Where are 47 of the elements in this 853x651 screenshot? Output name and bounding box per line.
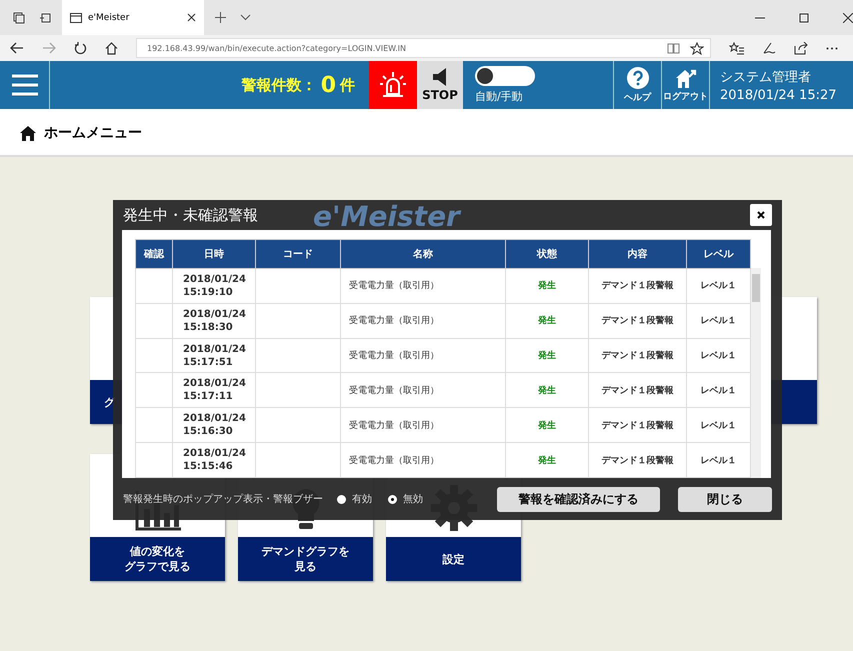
- table-cell: 2018/01/24 15:18:30: [172, 303, 256, 338]
- table-cell: 発生: [506, 408, 588, 443]
- column-header: 内容: [588, 240, 686, 268]
- logo: e'Meister: [313, 200, 460, 233]
- setting-label: 警報発生時のポップアップ表示・警報ブザー: [123, 492, 323, 506]
- toggle-label: 自動/手動: [475, 89, 524, 104]
- current-datetime: 2018/01/24 15:27: [720, 88, 838, 102]
- tile-label: 値の変化を: [130, 544, 185, 559]
- dialog-title: 発生中・未確認警報: [123, 206, 258, 224]
- table-cell: デマンド１段警報: [588, 442, 686, 478]
- table-cell: 発生: [506, 442, 588, 478]
- table-cell: 受電電力量（取引用）: [340, 268, 506, 304]
- table-cell: 受電電力量（取引用）: [340, 442, 506, 478]
- table-cell: デマンド１段警報: [588, 338, 686, 373]
- table-cell: 2018/01/24 15:16:30: [172, 408, 256, 443]
- alarm-count: 0: [320, 72, 336, 98]
- table-cell: 2018/01/24 15:15:46: [172, 442, 256, 478]
- table-cell: 2018/01/24 15:17:51: [172, 338, 256, 373]
- tile-label: グラフで見る: [124, 559, 190, 574]
- column-header: 日時: [172, 240, 256, 268]
- tile-label: 見る: [294, 559, 316, 574]
- column-header: レベル: [686, 240, 750, 268]
- column-header: コード: [256, 240, 340, 268]
- alarm-unit: 件: [340, 76, 355, 94]
- table-cell: 2018/01/24 15:17:11: [172, 372, 256, 408]
- table-cell: デマンド１段警報: [588, 303, 686, 338]
- tile-label: デマンドグラフを: [262, 544, 350, 559]
- tile-label: 設定: [442, 552, 464, 566]
- column-header: 確認: [136, 240, 172, 268]
- alarm-count-label: 警報件数：: [242, 76, 317, 94]
- user-name: システム管理者: [720, 68, 812, 86]
- column-header: 状態: [506, 240, 588, 268]
- tile-label: グ: [104, 394, 115, 410]
- column-header: 名称: [340, 240, 506, 268]
- table-cell: デマンド１段警報: [588, 408, 686, 443]
- table-cell: 受電電力量（取引用）: [340, 372, 506, 408]
- table-cell: 発生: [506, 372, 588, 408]
- page-title: ホームメニュー: [44, 124, 142, 142]
- table-cell: 受電電力量（取引用）: [340, 303, 506, 338]
- table-cell: 発生: [506, 268, 588, 304]
- table-cell: 発生: [506, 338, 588, 373]
- table-cell: 発生: [506, 303, 588, 338]
- table-cell: 受電電力量（取引用）: [340, 408, 506, 443]
- table-cell: 受電電力量（取引用）: [340, 338, 506, 373]
- table-cell: デマンド１段警報: [588, 372, 686, 408]
- table-cell: デマンド１段警報: [588, 268, 686, 304]
- table-cell: 2018/01/24 15:19:10: [172, 268, 256, 304]
